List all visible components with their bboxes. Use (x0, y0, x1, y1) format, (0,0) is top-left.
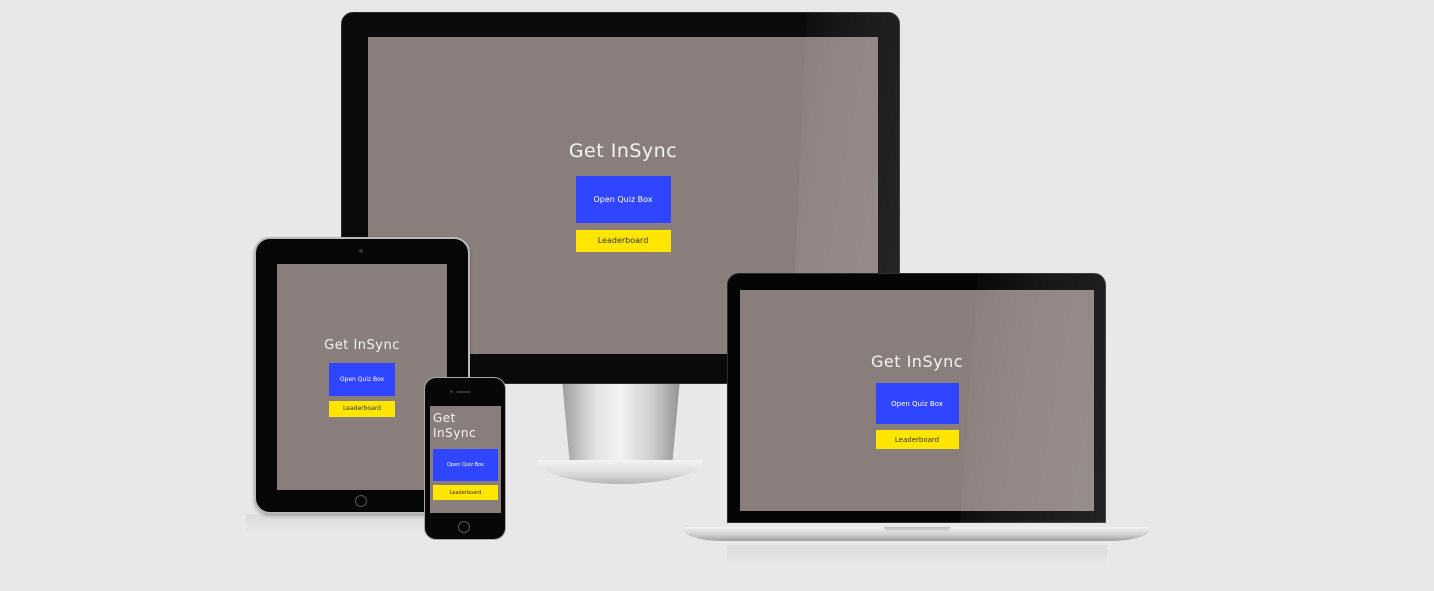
monitor-base (538, 460, 703, 484)
phone-screen: Get InSync Open Quiz Box Leaderboard (430, 406, 501, 513)
page-title: Get InSync (870, 352, 964, 371)
open-quiz-box-button[interactable]: Open Quiz Box (433, 449, 498, 481)
page-title: Get InSync (568, 139, 678, 162)
laptop-notch (884, 527, 950, 532)
home-button-icon (458, 521, 470, 533)
laptop-screen: Get InSync Open Quiz Box Leaderboard (740, 290, 1094, 511)
leaderboard-button[interactable]: Leaderboard (575, 229, 671, 252)
page-title: Get InSync (433, 411, 477, 440)
leaderboard-button[interactable]: Leaderboard (433, 485, 498, 500)
laptop-shadow (727, 545, 1107, 567)
responsive-mockup: Get InSync Open Quiz Box Leaderboard Get… (0, 0, 1434, 591)
open-quiz-box-button[interactable]: Open Quiz Box (875, 383, 959, 424)
tablet-screen: Get InSync Open Quiz Box Leaderboard (277, 264, 447, 490)
leaderboard-button[interactable]: Leaderboard (875, 430, 959, 449)
leaderboard-button[interactable]: Leaderboard (329, 400, 395, 417)
home-button-icon (355, 495, 367, 507)
open-quiz-box-button[interactable]: Open Quiz Box (575, 175, 671, 223)
camera-icon (359, 249, 363, 253)
speaker-icon (456, 391, 470, 393)
monitor-stand (562, 384, 680, 464)
open-quiz-box-button[interactable]: Open Quiz Box (329, 362, 395, 396)
camera-icon (450, 390, 453, 393)
page-title: Get InSync (324, 337, 400, 353)
